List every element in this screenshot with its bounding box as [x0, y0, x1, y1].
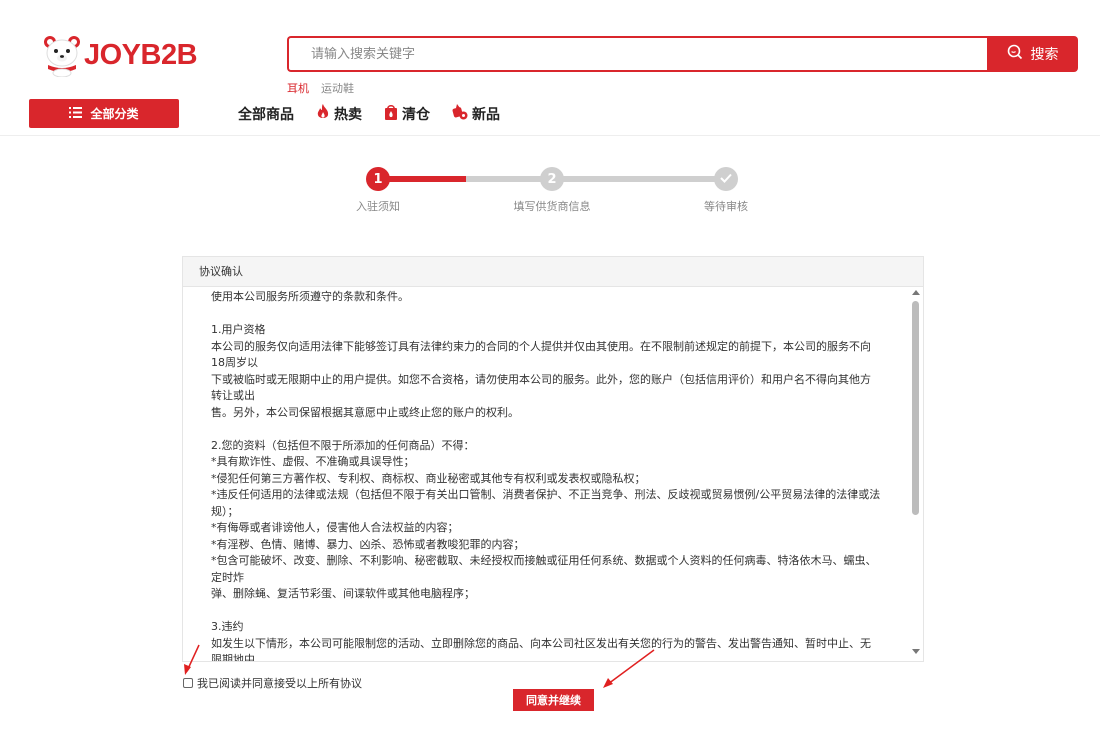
scroll-down-arrow-icon[interactable]: [912, 649, 920, 659]
step-1-label: 入驻须知: [356, 200, 400, 213]
step-2-label: 填写供货商信息: [513, 200, 591, 213]
bag-icon: [384, 104, 402, 124]
agreement-line: *违反任何适用的法律或法规（包括但不限于有关出口管制、消费者保护、不正当竞争、刑…: [211, 488, 881, 518]
agreement-line: 本公司的服务仅向适用法律下能够签订具有法律约束力的合同的个人提供并仅由其使用。在…: [211, 339, 871, 370]
step-3-label: 等待审核: [704, 200, 748, 213]
nav-item-hot[interactable]: 热卖: [316, 104, 362, 124]
agree-checkbox-row[interactable]: 我已阅读并同意接受以上所有协议: [183, 675, 362, 691]
logo-text: JOYB2B: [84, 38, 198, 71]
agreement-line: *有侮辱或者诽谤他人，侵害他人合法权益的内容；: [211, 521, 459, 534]
agreement-line: *侵犯任何第三方著作权、专利权、商标权、商业秘密或其他专有权利或发表权或隐私权；: [211, 471, 646, 485]
agreement-spacer: [211, 603, 881, 620]
scroll-thumb[interactable]: [912, 301, 919, 515]
check-icon: [720, 172, 732, 187]
agreement-line: 售。另外，本公司保留根据其意愿中止或终止您的账户的权利。: [211, 405, 519, 419]
progress-track: [466, 176, 541, 182]
all-categories-label: 全部分类: [90, 107, 139, 121]
all-categories-button[interactable]: 全部分类: [29, 99, 179, 128]
scroll-up-arrow-icon[interactable]: [912, 289, 920, 299]
main-nav: 全部商品 热卖 清仓 新品: [238, 104, 500, 124]
agreement-title: 协议确认: [183, 257, 923, 287]
nav-item-new[interactable]: 新品: [452, 104, 500, 124]
search-box: [287, 36, 987, 72]
agreement-line: 弹、删除蝇、复活节彩蛋、间谍软件或其他电脑程序；: [211, 587, 475, 600]
nav-item-label: 热卖: [334, 107, 362, 123]
search-button-label: 搜索: [1030, 47, 1059, 63]
agreement-panel: 协议确认 使用本公司服务所须遵守的条款和条件。 1.用户资格本公司的服务仅向适用法…: [182, 256, 924, 662]
bear-logo-icon: [42, 33, 82, 78]
agreement-text[interactable]: 使用本公司服务所须遵守的条款和条件。 1.用户资格本公司的服务仅向适用法律下能够签…: [183, 287, 911, 661]
progress-track: [563, 176, 715, 182]
nav-item-label: 全部商品: [238, 107, 294, 123]
agreement-line: 如发生以下情形，本公司可能限制您的活动、立即删除您的商品、向本公司社区发出有关您…: [211, 636, 871, 662]
agreement-line: 2.您的资料（包括但不限于所添加的任何商品）不得：: [211, 438, 475, 452]
hot-word-link[interactable]: 运动鞋: [321, 80, 354, 96]
step-1-circle: 1: [366, 167, 390, 191]
agreement-scrollbar[interactable]: [909, 287, 923, 661]
nav-item-label: 清仓: [402, 107, 430, 123]
agree-continue-button[interactable]: 同意并继续: [513, 689, 594, 711]
agree-checkbox-label: 我已阅读并同意接受以上所有协议: [197, 677, 362, 690]
site-header: JOYB2B 搜索 耳机 运动鞋 全部分类 全部商品 热卖: [0, 0, 1100, 136]
agreement-line: 下或被临时或无限期中止的用户提供。如您不合资格，请勿使用本公司的服务。此外，您的…: [211, 372, 871, 403]
agreement-spacer: [211, 421, 881, 438]
step-2-circle: 2: [540, 167, 564, 191]
search-icon: [1007, 44, 1031, 64]
agreement-line: *具有欺诈性、虚假、不准确或具误导性；: [211, 455, 415, 468]
search-button[interactable]: 搜索: [987, 36, 1078, 72]
search-input[interactable]: [289, 38, 987, 70]
agree-checkbox[interactable]: [183, 678, 193, 688]
step-3-circle: [714, 167, 738, 191]
agreement-line: *有淫秽、色情、赌博、暴力、凶杀、恐怖或者教唆犯罪的内容；: [211, 537, 525, 551]
step-progress: 1 2 入驻须知 填写供货商信息 等待审核: [0, 162, 1100, 222]
nav-item-all-products[interactable]: 全部商品: [238, 104, 294, 124]
agreement-line: 使用本公司服务所须遵守的条款和条件。: [211, 290, 409, 303]
agreement-line: 3.违约: [211, 620, 244, 633]
agreement-spacer: [211, 306, 881, 323]
new-icon: [452, 104, 472, 124]
hot-words: 耳机 运动鞋: [287, 80, 354, 96]
nav-item-label: 新品: [472, 107, 500, 123]
fire-icon: [316, 104, 334, 124]
logo[interactable]: JOYB2B: [42, 32, 198, 78]
nav-item-clearance[interactable]: 清仓: [384, 104, 430, 124]
hot-word-link[interactable]: 耳机: [287, 80, 309, 96]
agreement-line: 1.用户资格: [211, 323, 266, 336]
agreement-line: *包含可能破坏、改变、删除、不利影响、秘密截取、未经授权而接触或征用任何系统、数…: [211, 554, 877, 584]
list-icon: [69, 106, 90, 121]
progress-track-done: [388, 176, 466, 182]
